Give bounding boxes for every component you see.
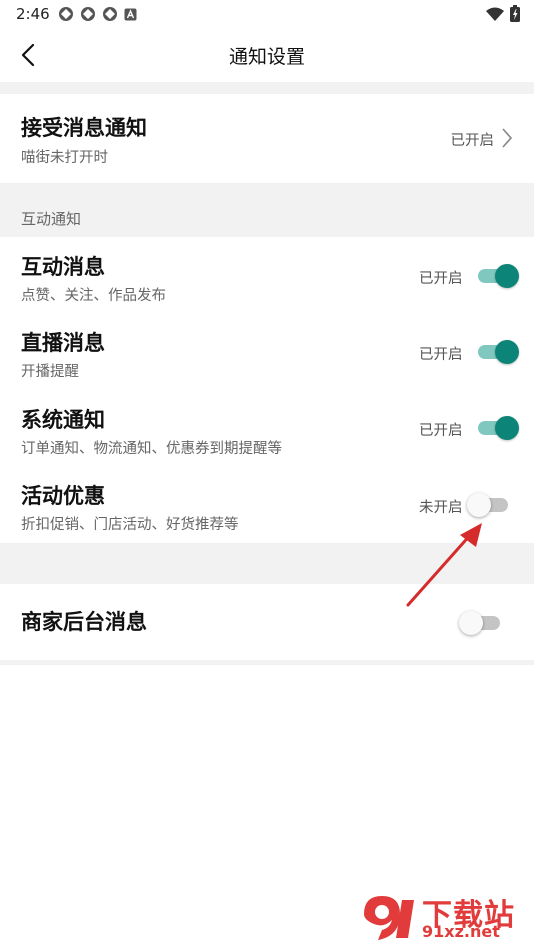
toggle-switch[interactable] bbox=[467, 493, 508, 517]
divider bbox=[0, 82, 534, 94]
row-title: 直播消息 bbox=[21, 331, 105, 355]
row-subtitle: 喵街未打开时 bbox=[21, 150, 108, 166]
row-subtitle: 开播提醒 bbox=[21, 364, 79, 380]
page-title: 通知设置 bbox=[228, 46, 305, 68]
row-subtitle: 点赞、关注、作品发布 bbox=[21, 288, 166, 304]
app-notification-icon bbox=[59, 7, 73, 21]
toggle-switch[interactable] bbox=[478, 340, 519, 364]
row-title: 接受消息通知 bbox=[21, 116, 147, 140]
watermark-domain: 91xz.net bbox=[422, 922, 500, 941]
row-title: 商家后台消息 bbox=[21, 610, 147, 634]
wifi-icon bbox=[486, 7, 504, 21]
row-status: 已开启 bbox=[419, 271, 463, 287]
row-status: 已开启 bbox=[419, 423, 463, 439]
interaction-list: 互动消息 点赞、关注、作品发布 已开启 直播消息 开播提醒 已开启 系统通知 订… bbox=[0, 237, 534, 543]
annotation-arrow bbox=[406, 523, 482, 607]
chevron-right-icon bbox=[502, 128, 513, 148]
status-right bbox=[486, 5, 520, 22]
row-title: 系统通知 bbox=[21, 408, 105, 432]
toggle-switch[interactable] bbox=[478, 264, 519, 288]
battery-icon bbox=[510, 5, 520, 22]
status-bar: 2:46 bbox=[0, 0, 534, 28]
row-status: 已开启 bbox=[450, 133, 495, 149]
divider bbox=[0, 660, 534, 665]
app-notification-icon bbox=[81, 7, 95, 21]
row-title: 活动优惠 bbox=[21, 484, 105, 508]
header-bar: 通知设置 bbox=[0, 28, 534, 82]
row-status: 未开启 bbox=[419, 500, 463, 516]
row-title: 互动消息 bbox=[21, 255, 105, 279]
row-subtitle: 订单通知、物流通知、优惠券到期提醒等 bbox=[21, 441, 282, 457]
row-subtitle: 折扣促销、门店活动、好货推荐等 bbox=[21, 517, 239, 533]
list-item-live: 直播消息 开播提醒 已开启 bbox=[0, 313, 534, 389]
receive-notifications-row[interactable]: 接受消息通知 喵街未打开时 已开启 bbox=[0, 94, 534, 183]
watermark: 下载站 91xz.net bbox=[358, 888, 528, 946]
section-label: 互动通知 bbox=[21, 210, 82, 228]
app-notification-icon bbox=[103, 7, 117, 21]
list-item-interaction: 互动消息 点赞、关注、作品发布 已开启 bbox=[0, 237, 534, 313]
section-header: 互动通知 bbox=[0, 183, 534, 237]
status-time: 2:46 bbox=[16, 5, 50, 23]
toggle-switch[interactable] bbox=[478, 416, 519, 440]
row-status: 已开启 bbox=[419, 347, 463, 363]
list-item-system: 系统通知 订单通知、物流通知、优惠券到期提醒等 已开启 bbox=[0, 389, 534, 465]
notification-icons bbox=[58, 6, 137, 22]
app-a-icon bbox=[124, 8, 137, 20]
logo-icon bbox=[364, 896, 414, 940]
